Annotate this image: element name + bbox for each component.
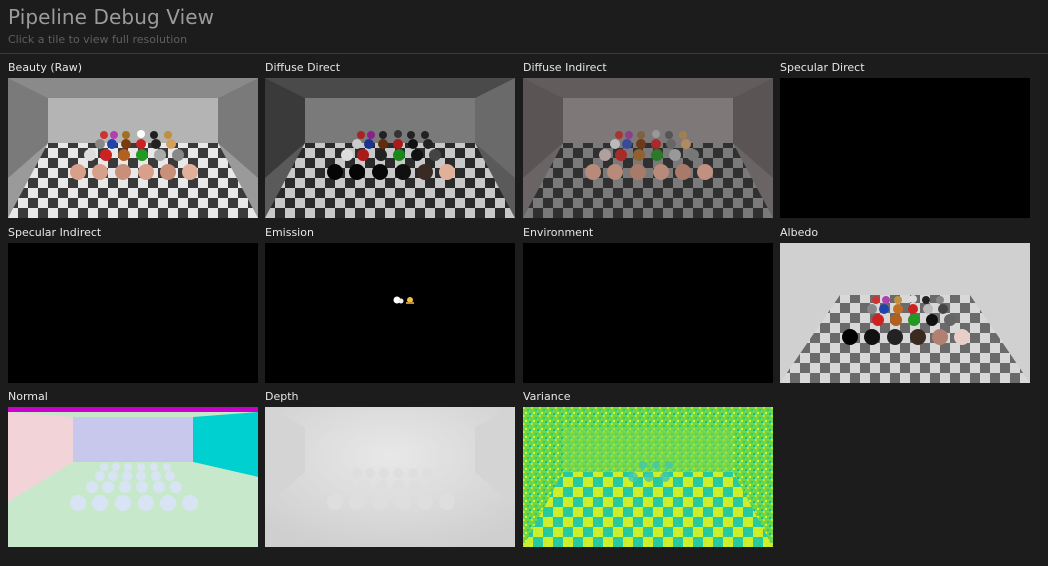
page-title: Pipeline Debug View	[8, 5, 215, 29]
tile-albedo[interactable]: Albedo	[780, 226, 1030, 385]
tile-label: Diffuse Direct	[265, 61, 341, 74]
tile-label: Depth	[265, 390, 299, 403]
tile-thumbnail-beauty-raw[interactable]	[8, 78, 258, 218]
tile-variance[interactable]: Variance	[523, 390, 773, 549]
tile-diffuse-direct[interactable]: Diffuse Direct	[265, 61, 515, 220]
albedo-render-image	[780, 243, 1030, 383]
specular-indirect-render-image	[8, 243, 258, 383]
tile-thumbnail-depth[interactable]	[265, 407, 515, 547]
tile-label: Diffuse Indirect	[523, 61, 607, 74]
tile-specular-direct[interactable]: Specular Direct	[780, 61, 1030, 220]
tile-thumbnail-albedo[interactable]	[780, 243, 1030, 383]
pipeline-debug-app: Pipeline Debug View Click a tile to view…	[0, 0, 1048, 566]
tile-thumbnail-specular-indirect[interactable]	[8, 243, 258, 383]
tile-label: Beauty (Raw)	[8, 61, 83, 74]
tile-grid: Beauty (Raw) Diffuse Direct Diffuse Indi…	[8, 61, 1040, 561]
tile-thumbnail-normal[interactable]	[8, 407, 258, 547]
emission-render-image	[265, 243, 515, 383]
tile-thumbnail-diffuse-direct[interactable]	[265, 78, 515, 218]
tile-emission[interactable]: Emission	[265, 226, 515, 385]
depth-render-image	[265, 407, 515, 547]
tile-thumbnail-emission[interactable]	[265, 243, 515, 383]
normal-render-image	[8, 407, 258, 547]
tile-specular-indirect[interactable]: Specular Indirect	[8, 226, 258, 385]
tile-thumbnail-environment[interactable]	[523, 243, 773, 383]
specular-direct-render-image	[780, 78, 1030, 218]
environment-render-image	[523, 243, 773, 383]
tile-thumbnail-specular-direct[interactable]	[780, 78, 1030, 218]
tile-diffuse-indirect[interactable]: Diffuse Indirect	[523, 61, 773, 220]
tile-beauty-raw[interactable]: Beauty (Raw)	[8, 61, 258, 220]
tile-environment[interactable]: Environment	[523, 226, 773, 385]
tile-depth[interactable]: Depth	[265, 390, 515, 549]
tile-label: Normal	[8, 390, 48, 403]
tile-thumbnail-diffuse-indirect[interactable]	[523, 78, 773, 218]
tile-label: Emission	[265, 226, 314, 239]
beauty-render-image	[8, 78, 258, 218]
tile-label: Specular Direct	[780, 61, 865, 74]
diffuse-indirect-render-image	[523, 78, 773, 218]
tile-label: Specular Indirect	[8, 226, 102, 239]
tile-label: Albedo	[780, 226, 819, 239]
diffuse-direct-render-image	[265, 78, 515, 218]
header: Pipeline Debug View Click a tile to view…	[0, 0, 1048, 54]
tile-thumbnail-variance[interactable]	[523, 407, 773, 547]
variance-render-image	[523, 407, 773, 547]
tile-label: Environment	[523, 226, 594, 239]
page-subtitle: Click a tile to view full resolution	[8, 33, 188, 46]
tile-normal[interactable]: Normal	[8, 390, 258, 549]
tile-label: Variance	[523, 390, 571, 403]
